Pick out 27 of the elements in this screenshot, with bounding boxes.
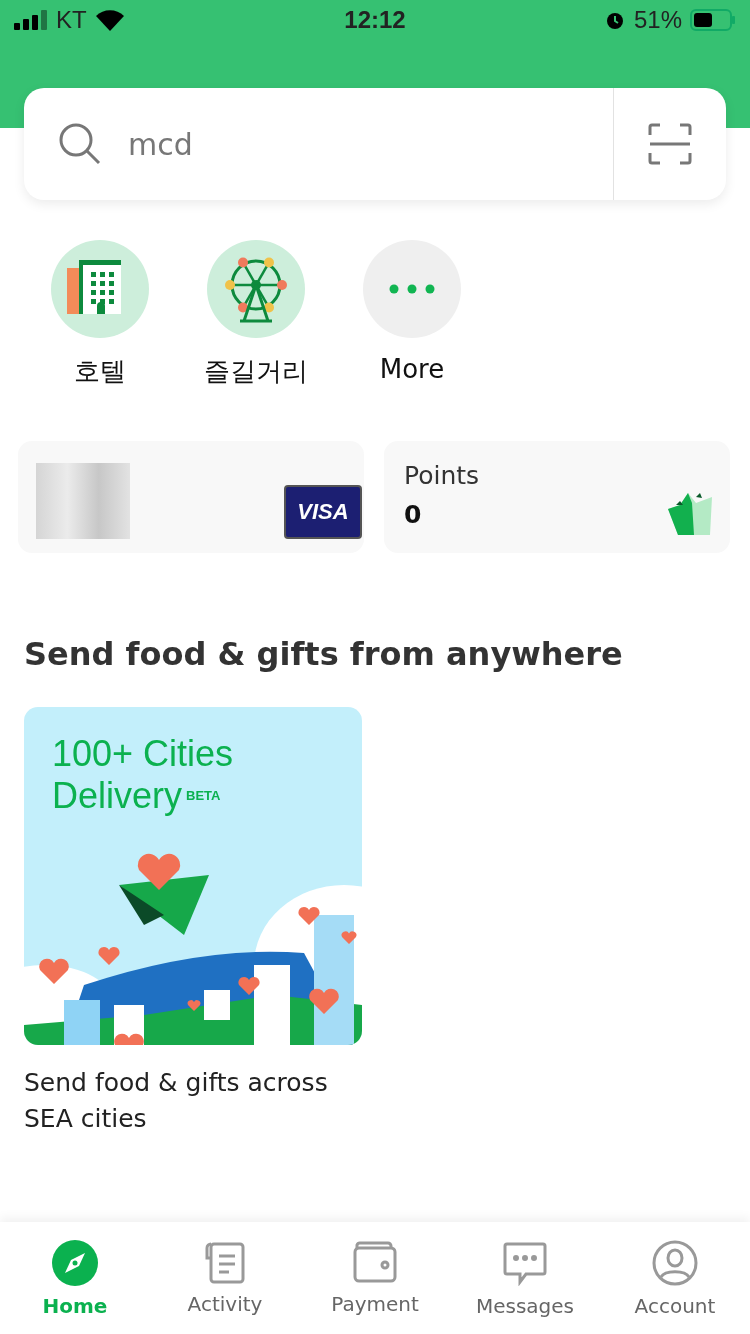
account-icon (652, 1240, 698, 1286)
section-title: Send food & gifts from anywhere (24, 635, 624, 673)
chat-icon (502, 1240, 548, 1286)
nav-tab[interactable]: Messages (450, 1222, 600, 1334)
promo-caption: Send food & gifts across SEA cities (24, 1067, 329, 1135)
banner-headline: 100+ Cities Delivery$^{BETA}$ (52, 733, 235, 817)
wallet-icon (352, 1240, 398, 1284)
search-field[interactable]: mcd (128, 126, 193, 162)
more-icon (389, 284, 435, 294)
carrier-name: KT (56, 6, 87, 34)
battery-icon (690, 9, 736, 31)
wifi-icon (94, 9, 125, 31)
payment-card[interactable]: VISA (18, 441, 364, 553)
scan-icon[interactable] (648, 123, 692, 165)
signal-icon (14, 10, 48, 30)
nav-tab[interactable]: Activity (150, 1222, 300, 1334)
compass-icon (52, 1240, 98, 1286)
clock-time: 12:12 (344, 6, 406, 34)
card-brand-logo: VISA (284, 485, 362, 539)
points-value: 0 (404, 500, 423, 529)
nav-tab[interactable]: Payment (300, 1222, 450, 1334)
points-label: Points (404, 461, 480, 490)
search-icon (58, 122, 102, 166)
battery-percent: 51% (633, 6, 682, 34)
points-card[interactable]: Points 0 (384, 441, 730, 553)
nav-tab[interactable]: Account (600, 1222, 750, 1334)
receipt-icon (203, 1240, 247, 1284)
